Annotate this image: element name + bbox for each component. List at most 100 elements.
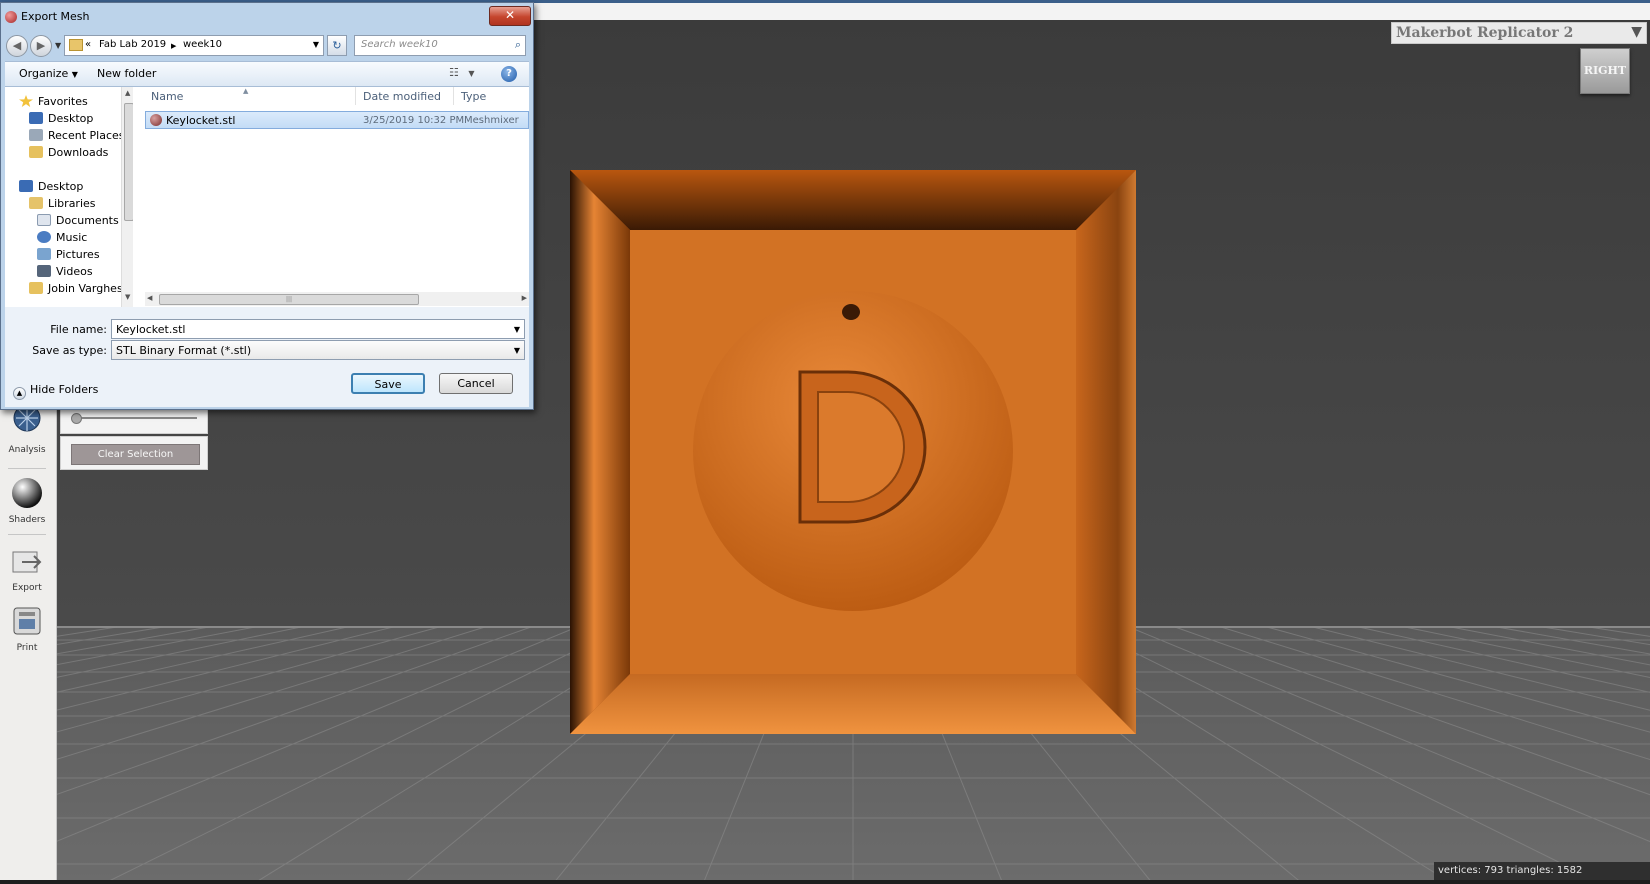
save-button[interactable]: Save bbox=[351, 373, 425, 394]
scrollbar-thumb[interactable]: ||| bbox=[159, 294, 419, 305]
nav-downloads[interactable]: Downloads bbox=[29, 146, 108, 159]
cancel-button[interactable]: Cancel bbox=[439, 373, 513, 394]
chevron-down-icon[interactable]: ▼ bbox=[313, 40, 319, 49]
nav-recent-places[interactable]: Recent Places bbox=[29, 129, 125, 142]
nav-music[interactable]: Music bbox=[37, 231, 87, 244]
nav-label: Favorites bbox=[38, 95, 88, 108]
back-button[interactable]: ◀ bbox=[6, 35, 28, 57]
brush-slider-track[interactable] bbox=[73, 417, 197, 419]
horizontal-scrollbar[interactable]: ◀ ||| ▶ bbox=[145, 292, 529, 306]
forward-button[interactable]: ▶ bbox=[30, 35, 52, 57]
scroll-down-icon[interactable]: ▼ bbox=[125, 293, 130, 301]
nav-libraries[interactable]: Libraries bbox=[29, 197, 96, 210]
address-bar[interactable]: « Fab Lab 2019 ▶ week10 ▼ bbox=[64, 35, 324, 56]
recent-places-icon bbox=[29, 129, 43, 141]
brush-slider-handle[interactable] bbox=[71, 413, 82, 424]
scroll-up-icon[interactable]: ▲ bbox=[125, 89, 130, 97]
column-divider[interactable] bbox=[453, 87, 454, 105]
printer-selector[interactable]: Makerbot Replicator 2 ▼ bbox=[1391, 22, 1647, 44]
keylocket-model[interactable] bbox=[570, 170, 1136, 734]
shaders-icon bbox=[12, 478, 42, 508]
chevron-down-icon: ▼ bbox=[71, 70, 78, 79]
view-options-icon: ☷ bbox=[449, 66, 459, 79]
nav-documents[interactable]: Documents bbox=[37, 214, 119, 227]
organize-button[interactable]: Organize ▼ bbox=[19, 67, 78, 80]
shaders-tool[interactable]: Shaders bbox=[0, 476, 54, 525]
videos-icon bbox=[37, 265, 51, 277]
filename-field[interactable]: Keylocket.stl ▼ bbox=[111, 319, 525, 339]
nav-label: Videos bbox=[56, 265, 93, 278]
search-box[interactable]: ⌕ bbox=[354, 35, 526, 56]
star-icon bbox=[19, 95, 33, 107]
savetype-select[interactable]: STL Binary Format (*.stl) ▼ bbox=[111, 340, 525, 360]
chevron-down-icon[interactable]: ▼ bbox=[514, 325, 520, 334]
libraries-icon bbox=[29, 197, 43, 209]
scroll-right-icon[interactable]: ▶ bbox=[522, 294, 527, 302]
export-mesh-dialog: Export Mesh ✕ ◀ ▶ ▼ « Fab Lab 2019 ▶ wee… bbox=[0, 2, 534, 410]
clear-selection-button[interactable]: Clear Selection bbox=[71, 444, 200, 465]
scroll-left-icon[interactable]: ◀ bbox=[147, 294, 152, 302]
nav-label: Pictures bbox=[56, 248, 100, 261]
analysis-label: Analysis bbox=[8, 445, 46, 455]
meshmixer-app-icon bbox=[5, 11, 17, 23]
print-tool[interactable]: Print bbox=[0, 604, 54, 653]
sort-ascending-icon: ▲ bbox=[243, 87, 249, 95]
search-input[interactable] bbox=[359, 38, 503, 51]
file-date: 3/25/2019 10:32 PM bbox=[363, 115, 465, 126]
change-view-button[interactable]: ☷ ▼ bbox=[449, 66, 475, 79]
column-header-type[interactable]: Type bbox=[461, 90, 486, 103]
nav-videos[interactable]: Videos bbox=[37, 265, 93, 278]
nav-label: Documents bbox=[56, 214, 119, 227]
nav-label: Downloads bbox=[48, 146, 109, 159]
help-icon[interactable]: ? bbox=[501, 66, 517, 82]
nav-pane-scrollbar[interactable]: ▲ ▼ bbox=[121, 87, 133, 307]
breadcrumb-separator-icon[interactable]: ▶ bbox=[171, 42, 176, 50]
chevron-up-icon: ▲ bbox=[13, 387, 26, 400]
nav-pictures[interactable]: Pictures bbox=[37, 248, 100, 261]
recent-locations-dropdown[interactable]: ▼ bbox=[55, 41, 61, 50]
column-header-date[interactable]: Date modified bbox=[363, 90, 441, 103]
analysis-tool[interactable]: Analysis bbox=[0, 404, 54, 455]
folder-icon bbox=[69, 39, 83, 51]
navigation-pane: Favorites Desktop Recent Places Download… bbox=[5, 87, 133, 307]
nav-label: Libraries bbox=[48, 197, 96, 210]
forward-arrow-icon: ▶ bbox=[36, 39, 46, 52]
nav-label: Music bbox=[56, 231, 88, 244]
search-icon: ⌕ bbox=[514, 38, 521, 51]
new-folder-button[interactable]: New folder bbox=[97, 67, 156, 80]
breadcrumb-item[interactable]: Fab Lab 2019 bbox=[99, 39, 166, 50]
file-list: ▲ Name Date modified Type Keylocket.stl … bbox=[135, 87, 529, 307]
column-header-name[interactable]: Name bbox=[151, 90, 183, 103]
pictures-icon bbox=[37, 248, 51, 260]
file-row[interactable]: Keylocket.stl 3/25/2019 10:32 PM Meshmix… bbox=[145, 111, 529, 129]
hide-folders-button[interactable]: ▲ Hide Folders bbox=[13, 383, 98, 400]
column-divider[interactable] bbox=[355, 87, 356, 105]
dialog-title: Export Mesh bbox=[21, 10, 90, 23]
refresh-icon: ↻ bbox=[332, 39, 342, 52]
nav-label: Desktop bbox=[38, 180, 84, 193]
scrollbar-thumb[interactable] bbox=[124, 103, 133, 221]
selection-panel: Clear Selection bbox=[60, 436, 208, 470]
analysis-icon bbox=[13, 404, 41, 432]
print-icon bbox=[13, 607, 41, 635]
filename-value: Keylocket.stl bbox=[116, 323, 186, 336]
nav-label: Recent Places bbox=[48, 129, 125, 142]
toolbar-divider bbox=[8, 468, 46, 469]
chevron-down-icon: ▼ bbox=[468, 69, 475, 78]
nav-desktop[interactable]: Desktop bbox=[19, 180, 83, 193]
view-cube[interactable]: RIGHT bbox=[1580, 48, 1630, 94]
export-tool[interactable]: Export bbox=[0, 544, 54, 593]
back-arrow-icon: ◀ bbox=[12, 39, 22, 52]
mesh-stats: vertices: 793 triangles: 1582 bbox=[1434, 862, 1650, 880]
printer-selector-label: Makerbot Replicator 2 bbox=[1396, 25, 1574, 41]
refresh-button[interactable]: ↻ bbox=[327, 35, 347, 56]
breadcrumb-item[interactable]: week10 bbox=[183, 39, 222, 50]
close-button[interactable]: ✕ bbox=[489, 6, 531, 26]
file-type: Meshmixer bbox=[464, 115, 519, 126]
save-options: File name: Keylocket.stl ▼ Save as type:… bbox=[5, 307, 529, 407]
nav-user-folder[interactable]: Jobin Varghese bbox=[29, 282, 129, 295]
nav-favorites[interactable]: Favorites bbox=[19, 95, 88, 108]
breadcrumb-overflow[interactable]: « bbox=[85, 39, 91, 50]
nav-favorites-desktop[interactable]: Desktop bbox=[29, 112, 93, 125]
savetype-value: STL Binary Format (*.stl) bbox=[116, 344, 252, 357]
